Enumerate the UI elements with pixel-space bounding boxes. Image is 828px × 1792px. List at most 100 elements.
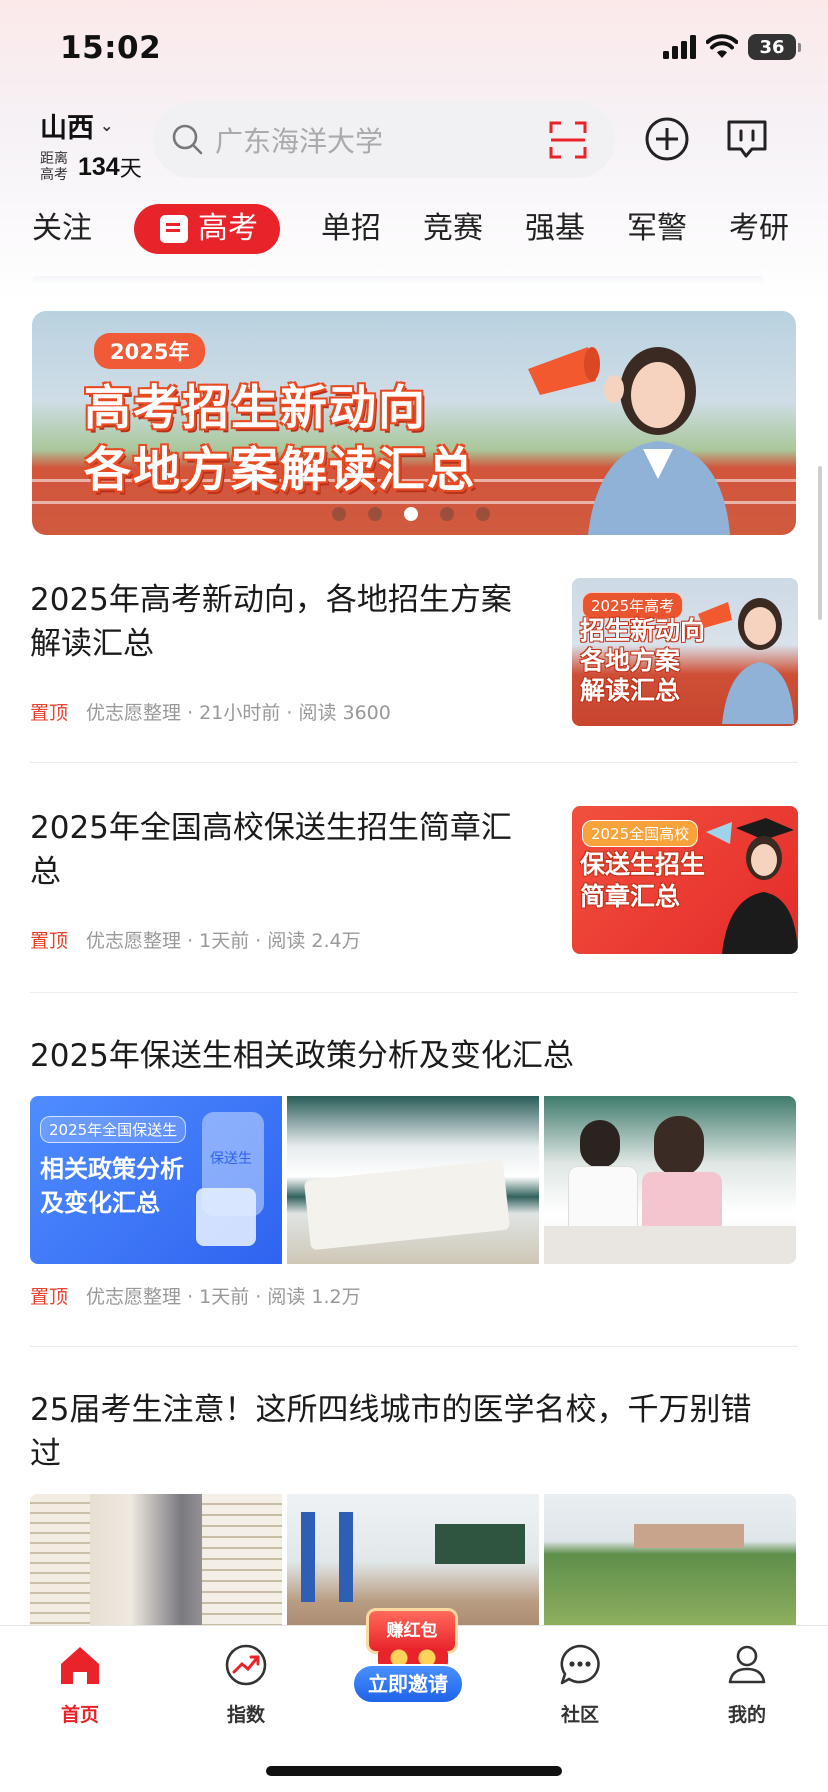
article-image[interactable] [30, 1494, 282, 1628]
add-button[interactable] [644, 116, 690, 162]
list-item[interactable]: 2025年高考新动向，各地招生方案解读汇总 置顶 优志愿整理 · 21小时前 · … [30, 578, 798, 728]
desk-illustration [544, 1226, 796, 1264]
pinned-badge: 置顶 [30, 930, 69, 952]
book-illustration [303, 1159, 511, 1251]
wifi-icon [706, 34, 738, 58]
status-icons: 36 [663, 34, 801, 60]
battery-icon: 36 [748, 34, 801, 60]
tab-gaokao-label: 高考 [198, 211, 258, 246]
banner-model-illustration [528, 347, 730, 535]
promo-banner[interactable]: 2025年 高考招生新动向 各地方案解读汇总 [32, 311, 796, 535]
countdown-label: 距离高考 [40, 151, 68, 183]
article-thumbnail[interactable]: 2025年高考 招生新动向 各地方案 解读汇总 [572, 578, 798, 726]
status-bar: 15:02 36 [0, 0, 828, 100]
list-item[interactable]: 25届考生注意！这所四线城市的医学名校，千万别错过 [30, 1388, 798, 1628]
article-thumbnail[interactable]: 2025全国高校 保送生招生 简章汇总 [572, 806, 798, 954]
nav-community-label: 社区 [560, 1704, 599, 1726]
article-source: 优志愿整理 [86, 930, 182, 952]
article-reads: 阅读 3600 [298, 702, 391, 724]
article-title: 2025年高考新动向，各地招生方案解读汇总 [30, 582, 512, 662]
list-item[interactable]: 2025年全国高校保送生招生简章汇总 置顶 优志愿整理 · 1天前 · 阅读 2.… [30, 806, 798, 956]
region-selector[interactable]: 山西 ⌄ 距离高考 134 天 [40, 106, 142, 183]
search-bar[interactable]: 广东海洋大学 [153, 102, 615, 178]
graduate-illustration [706, 818, 798, 954]
thumbnail-text: 招生新动向 [580, 616, 706, 645]
carousel-dot[interactable] [476, 507, 490, 521]
article-image[interactable]: 2025年全国保送生 相关政策分析 及变化汇总 保送生 [30, 1096, 282, 1264]
pinned-badge: 置顶 [30, 1286, 69, 1308]
status-time: 15:02 [60, 30, 162, 66]
nav-home-label: 首页 [60, 1704, 99, 1726]
list-item[interactable]: 2025年保送生相关政策分析及变化汇总 2025年全国保送生 相关政策分析 及变… [30, 1034, 798, 1308]
thumbnail-tag: 2025全国高校 [582, 820, 699, 847]
thumbnail-text: 及变化汇总 [40, 1189, 160, 1217]
scan-icon[interactable] [549, 121, 587, 159]
tab-gaokao[interactable]: 高考 [134, 204, 280, 254]
tab-kaoyan[interactable]: 考研 [729, 204, 789, 254]
curtain-illustration [339, 1512, 353, 1602]
category-tabs: 关注 高考 单招 竞赛 强基 军警 考研 [0, 200, 828, 262]
curtain-illustration [301, 1512, 315, 1602]
divider [30, 1346, 798, 1347]
banner-subheadline: 各地方案解读汇总 [84, 443, 476, 498]
thumbnail-tag: 2025年全国保送生 [40, 1116, 187, 1143]
tab-junjing[interactable]: 军警 [627, 204, 687, 254]
user-icon [728, 1645, 766, 1684]
student-illustration [654, 1116, 704, 1176]
nav-index[interactable]: 指数 [196, 1642, 296, 1727]
nav-home[interactable]: 首页 [30, 1642, 130, 1727]
nav-index-label: 指数 [226, 1704, 265, 1726]
thumbnail-text: 保送生招生 [580, 850, 706, 879]
invite-button[interactable]: 赚红包 立即邀请 [352, 1608, 476, 1712]
home-indicator[interactable] [266, 1766, 562, 1776]
article-meta: 置顶 优志愿整理 · 1天前 · 阅读 1.2万 [30, 1286, 361, 1308]
document-illustration [196, 1188, 256, 1246]
divider [32, 276, 764, 286]
tab-competition[interactable]: 竞赛 [423, 204, 483, 254]
thumbnail-text: 各地方案 [580, 646, 681, 675]
tab-danzhao[interactable]: 单招 [321, 204, 381, 254]
carousel-dot[interactable] [368, 507, 382, 521]
books-illustration [202, 1494, 282, 1628]
article-image[interactable] [544, 1096, 796, 1264]
article-image[interactable] [544, 1494, 796, 1628]
article-reads: 阅读 1.2万 [267, 1286, 361, 1308]
tab-follow[interactable]: 关注 [32, 204, 92, 254]
divider [30, 992, 798, 993]
article-title: 2025年全国高校保送生招生简章汇总 [30, 810, 512, 890]
article-time: 1天前 [199, 1286, 250, 1308]
invite-now-button[interactable]: 立即邀请 [352, 1664, 464, 1704]
countdown-unit: 天 [119, 157, 142, 182]
cellular-signal-icon [663, 35, 696, 59]
message-icon[interactable] [724, 116, 770, 162]
article-meta: 置顶 优志愿整理 · 21小时前 · 阅读 3600 [30, 702, 391, 724]
document-icon [160, 215, 188, 243]
nav-community[interactable]: 社区 [530, 1642, 630, 1727]
home-icon [61, 1647, 99, 1684]
carousel-dot[interactable] [440, 507, 454, 521]
top-header: 山西 ⌄ 距离高考 134 天 广东海洋大学 [0, 100, 828, 190]
article-meta: 置顶 优志愿整理 · 1天前 · 阅读 2.4万 [30, 930, 361, 952]
divider [30, 762, 798, 763]
carousel-dot-active[interactable] [404, 507, 418, 521]
article-time: 21小时前 [199, 702, 281, 724]
carousel-dot[interactable] [332, 507, 346, 521]
books-illustration [30, 1494, 90, 1628]
article-image[interactable] [287, 1096, 539, 1264]
thumbnail-text: 解读汇总 [580, 676, 681, 705]
article-title: 2025年保送生相关政策分析及变化汇总 [30, 1038, 574, 1074]
banner-headline: 高考招生新动向 [84, 381, 427, 436]
thumbnail-text: 简章汇总 [580, 882, 681, 911]
thumbnail-tag: 2025年高考 [582, 592, 684, 619]
exam-countdown: 距离高考 134 天 [40, 151, 142, 183]
thumbnail-model-illustration [698, 598, 794, 724]
scrollbar[interactable] [818, 466, 822, 620]
nav-mine-label: 我的 [727, 1704, 766, 1726]
student-illustration [580, 1120, 620, 1168]
tab-qiangji[interactable]: 强基 [525, 204, 585, 254]
nav-mine[interactable]: 我的 [697, 1642, 797, 1727]
blackboard-illustration [435, 1524, 525, 1564]
thumbnail-mini-text: 保送生 [210, 1151, 252, 1167]
banner-tag: 2025年 [94, 333, 206, 369]
carousel-indicator [332, 507, 490, 521]
